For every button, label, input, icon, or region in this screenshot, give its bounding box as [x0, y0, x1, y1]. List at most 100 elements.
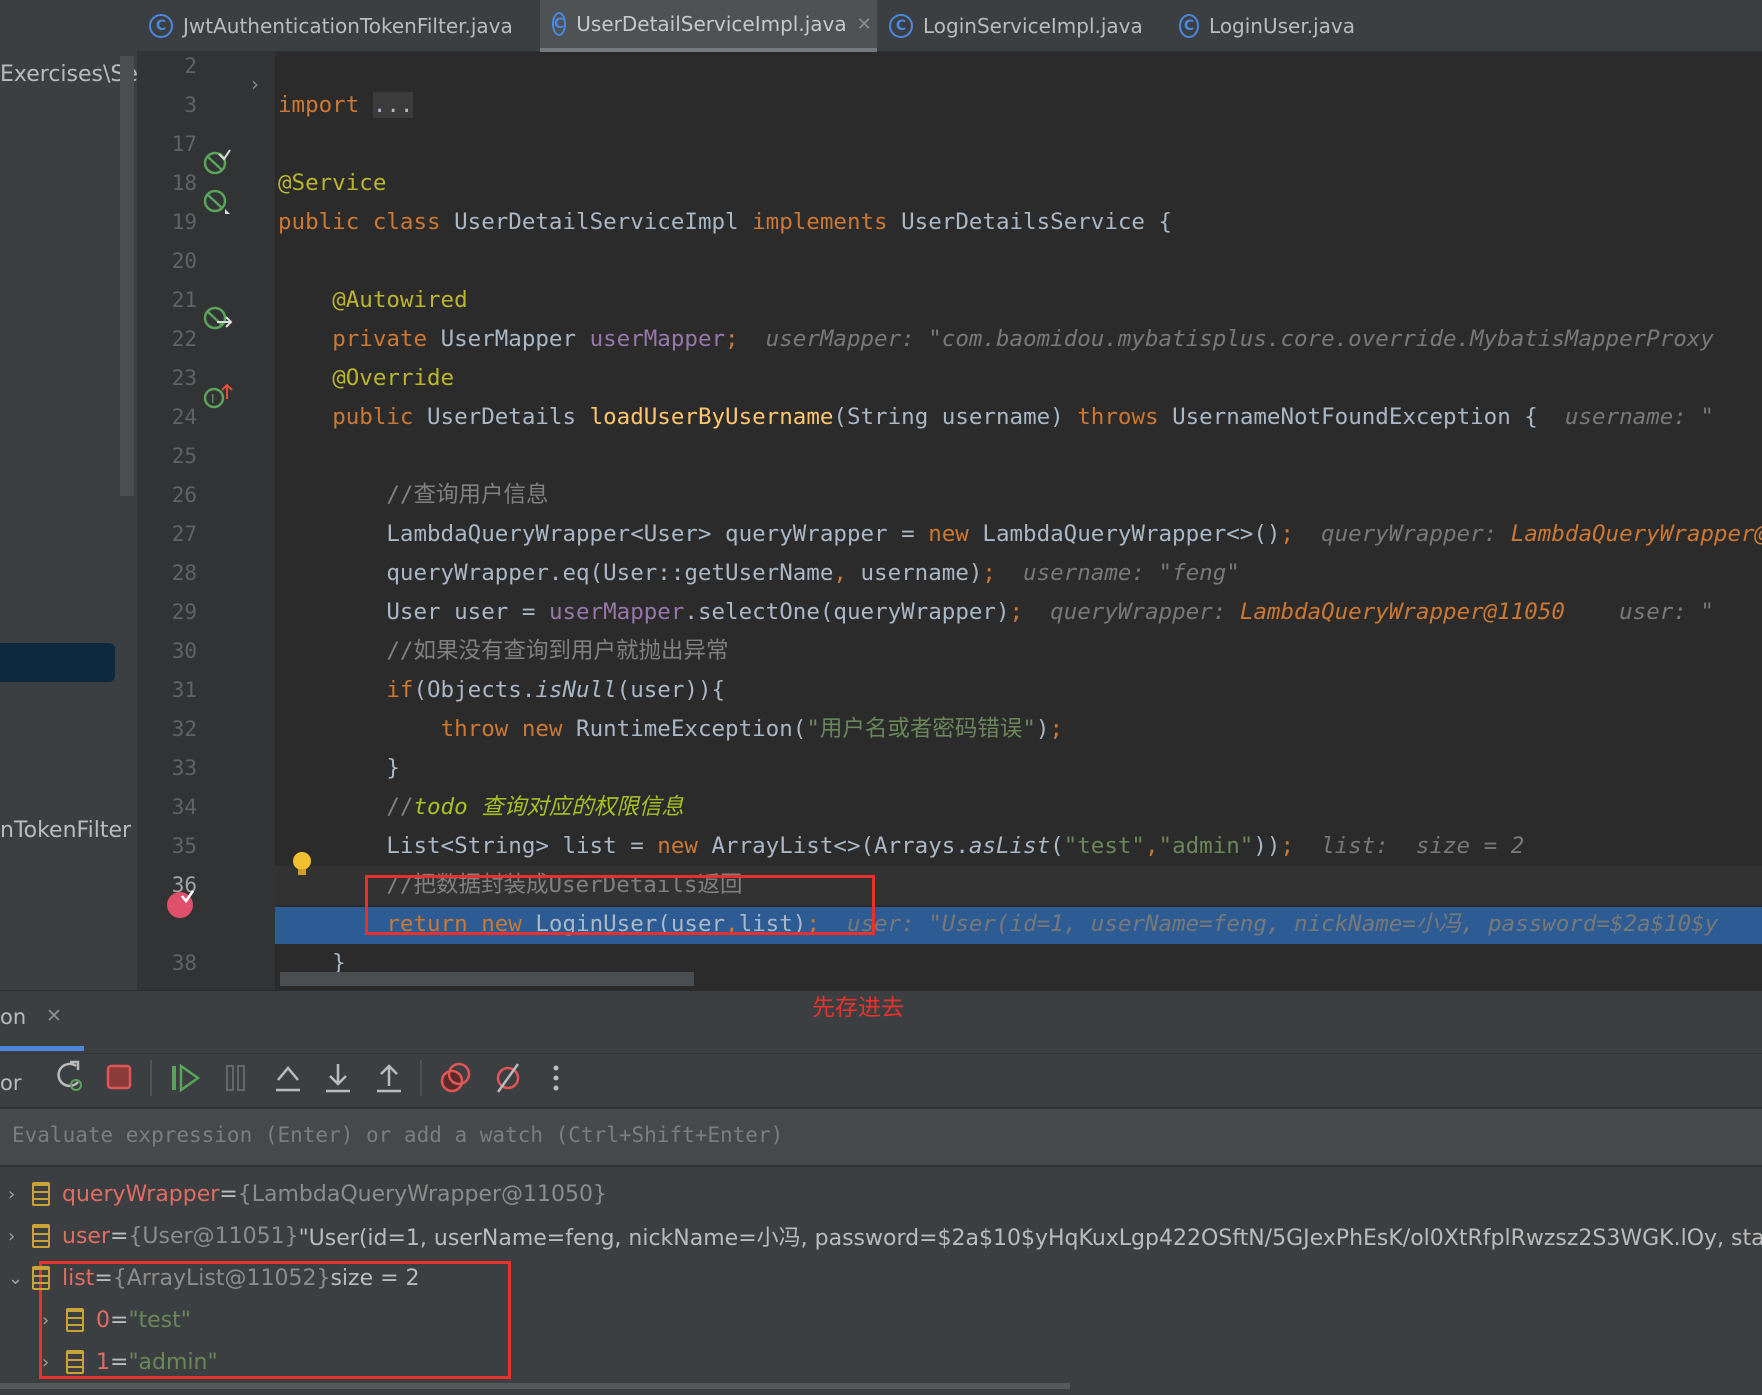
code-line[interactable]: //todo 查询对应的权限信息 — [278, 788, 1762, 827]
code-line[interactable]: @Autowired — [278, 281, 1762, 320]
code-line[interactable] — [278, 125, 1762, 164]
chevron-right-icon[interactable]: › — [8, 1184, 32, 1205]
mute-breakpoints-icon[interactable] — [492, 1062, 524, 1094]
project-scrollbar[interactable] — [120, 56, 134, 496]
more-icon[interactable] — [551, 1064, 561, 1092]
code-token: @Service — [278, 170, 387, 196]
code-token: ) — [1035, 716, 1050, 742]
variable-reference: {LambdaQueryWrapper@11050} — [237, 1181, 607, 1207]
tab-user-detail-service-impl[interactable]: C UserDetailServiceImpl.java ✕ — [540, 0, 877, 52]
code-line[interactable]: } — [278, 749, 1762, 788]
editor-tab-bar: C JwtAuthenticationTokenFilter.java C User… — [137, 0, 1762, 52]
code-line[interactable]: @Override — [278, 359, 1762, 398]
code-line[interactable]: import ... — [278, 86, 1762, 125]
divider — [0, 1053, 1762, 1054]
variables-scrollbar[interactable] — [0, 1383, 1070, 1389]
code-token: UsernameNotFoundException { — [1172, 404, 1538, 430]
horizontal-scrollbar[interactable] — [280, 972, 694, 986]
code-line[interactable]: public UserDetails loadUserByUsername(St… — [278, 398, 1762, 437]
code-token: ; — [725, 326, 739, 352]
variable-row[interactable]: › queryWrapper = {LambdaQueryWrapper@1105… — [8, 1173, 607, 1215]
code-token: RuntimeException( — [576, 716, 807, 742]
code-line[interactable]: public class UserDetailServiceImpl imple… — [278, 203, 1762, 242]
code-token: //把数据封装成UserDetails返回 — [278, 872, 743, 898]
tab-label: LoginServiceImpl.java — [923, 14, 1143, 38]
tab-jwt-filter[interactable]: C JwtAuthenticationTokenFilter.java — [137, 0, 540, 52]
variable-equals: = — [110, 1349, 129, 1375]
variable-row[interactable]: › 0 = "test" — [42, 1299, 191, 1341]
project-file-item[interactable]: nTokenFilter — [0, 818, 131, 843]
chevron-down-icon[interactable]: ⌄ — [8, 1268, 32, 1289]
step-into-icon[interactable] — [324, 1062, 352, 1094]
variable-reference: {ArrayList@11052} — [112, 1265, 331, 1291]
code-line[interactable]: return new LoginUser(user,list); user: "… — [278, 905, 1762, 944]
close-icon[interactable]: ✕ — [857, 14, 872, 35]
active-tab-indicator — [0, 1046, 84, 1051]
variable-row[interactable]: ⌄ list = {ArrayList@11052} size = 2 — [8, 1257, 420, 1299]
variable-row[interactable]: › 1 = "admin" — [42, 1341, 218, 1383]
code-token: User user = — [278, 599, 549, 625]
code-token: LambdaQueryWrapper<User> queryWrapper = — [278, 521, 929, 547]
code-line[interactable]: queryWrapper.eq(User::getUserName, usern… — [278, 554, 1762, 593]
variable-reference: {User@11051} — [128, 1223, 299, 1249]
tab-login-service-impl[interactable]: C LoginServiceImpl.java — [877, 0, 1167, 52]
code-line[interactable]: //查询用户信息 — [278, 476, 1762, 515]
code-line[interactable]: @Service — [278, 164, 1762, 203]
fold-chevron-icon[interactable]: › — [251, 72, 259, 96]
code-token: UserDetailServiceImpl — [454, 209, 753, 235]
chevron-right-icon[interactable]: › — [42, 1352, 66, 1373]
step-over-icon[interactable] — [274, 1062, 302, 1094]
code-token: new — [657, 833, 712, 859]
code-line[interactable]: LambdaQueryWrapper<User> queryWrapper = … — [278, 515, 1762, 554]
line-number: 18 — [171, 171, 197, 195]
code-editor[interactable]: import ... @Service public class UserDetai… — [275, 52, 1762, 990]
code-token: queryWrapper: — [1293, 521, 1511, 547]
code-line[interactable]: User user = userMapper.selectOne(queryWr… — [278, 593, 1762, 632]
code-token: UserMapper — [440, 326, 590, 352]
field-icon — [66, 1308, 84, 1332]
step-out-icon[interactable] — [375, 1062, 403, 1094]
tab-label: LoginUser.java — [1209, 14, 1355, 38]
evaluate-expression-input[interactable]: Evaluate expression (Enter) or add a wat… — [0, 1107, 1762, 1167]
code-line[interactable]: private UserMapper userMapper; userMappe… — [278, 320, 1762, 359]
autowired-navigation-icon[interactable] — [203, 304, 233, 332]
code-token: , — [1144, 833, 1159, 859]
debug-tab-label[interactable]: on — [0, 1005, 26, 1029]
breakpoint-icon[interactable] — [166, 888, 198, 920]
code-line[interactable]: //如果没有查询到用户就抛出异常 — [278, 632, 1762, 671]
variable-equals: = — [94, 1265, 113, 1291]
code-line[interactable] — [278, 52, 1762, 86]
code-line[interactable] — [278, 242, 1762, 281]
class-icon: C — [1179, 14, 1200, 38]
stop-icon[interactable] — [106, 1064, 132, 1090]
line-number: 2 — [184, 54, 197, 78]
code-line[interactable]: List<String> list = new ArrayList<>(Arra… — [278, 827, 1762, 866]
line-number: 31 — [171, 678, 197, 702]
code-line[interactable] — [278, 437, 1762, 476]
code-line[interactable]: //把数据封装成UserDetails返回 — [278, 866, 1762, 905]
variable-row[interactable]: › user = {User@11051} "User(id=1, userNam… — [8, 1215, 1762, 1257]
code-token: "test" — [1063, 833, 1145, 859]
code-line[interactable]: if(Objects.isNull(user)){ — [278, 671, 1762, 710]
implements-method-icon[interactable]: I — [203, 383, 233, 411]
rerun-icon[interactable] — [54, 1060, 86, 1094]
tab-login-user[interactable]: C LoginUser.java — [1167, 0, 1367, 52]
field-icon — [66, 1350, 84, 1374]
project-path[interactable]: Exercises\Secu — [0, 62, 137, 87]
resume-icon[interactable] — [170, 1064, 202, 1092]
line-number: 33 — [171, 756, 197, 780]
chevron-right-icon[interactable]: › — [42, 1310, 66, 1331]
code-token: new — [928, 521, 983, 547]
view-breakpoints-icon[interactable] — [440, 1062, 472, 1094]
code-line[interactable]: throw new RuntimeException("用户名或者密码错误"); — [278, 710, 1762, 749]
close-icon[interactable]: ✕ — [46, 1005, 62, 1027]
pause-icon[interactable] — [225, 1064, 247, 1092]
chevron-right-icon[interactable]: › — [8, 1226, 32, 1247]
lightbulb-icon[interactable] — [290, 850, 314, 880]
line-number: 28 — [171, 561, 197, 585]
spring-bean-icon[interactable] — [203, 148, 231, 176]
spring-bean-icon[interactable] — [203, 187, 231, 215]
selected-tree-item[interactable] — [0, 643, 115, 682]
